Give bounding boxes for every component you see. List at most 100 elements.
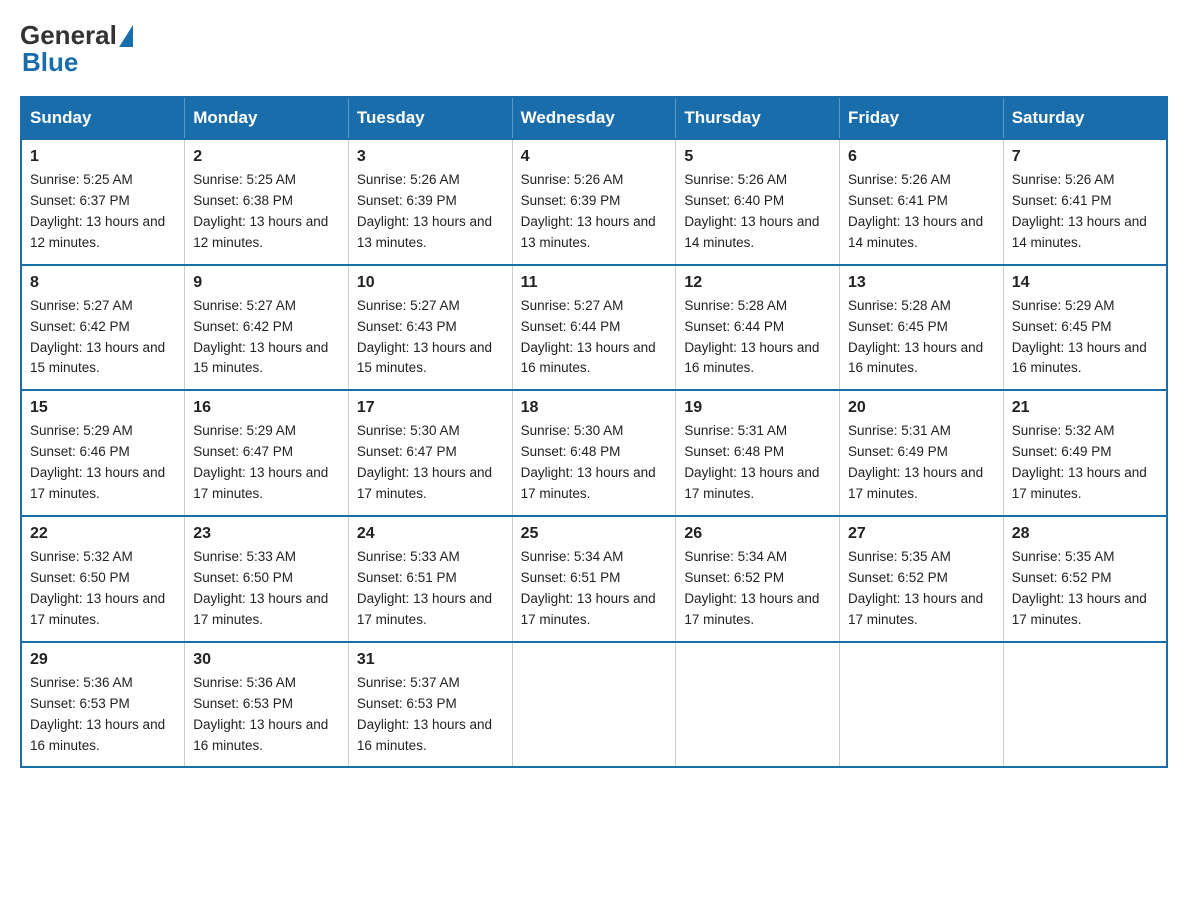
week-row-2: 8 Sunrise: 5:27 AMSunset: 6:42 PMDayligh… <box>21 265 1167 391</box>
day-number: 24 <box>357 525 504 543</box>
header: General Blue <box>20 20 1168 78</box>
day-number: 1 <box>30 148 176 166</box>
calendar-cell: 15 Sunrise: 5:29 AMSunset: 6:46 PMDaylig… <box>21 390 185 516</box>
calendar-cell: 17 Sunrise: 5:30 AMSunset: 6:47 PMDaylig… <box>348 390 512 516</box>
day-number: 28 <box>1012 525 1158 543</box>
calendar-cell: 28 Sunrise: 5:35 AMSunset: 6:52 PMDaylig… <box>1003 516 1167 642</box>
day-number: 2 <box>193 148 340 166</box>
day-info: Sunrise: 5:26 AMSunset: 6:40 PMDaylight:… <box>684 170 831 254</box>
week-row-3: 15 Sunrise: 5:29 AMSunset: 6:46 PMDaylig… <box>21 390 1167 516</box>
day-number: 22 <box>30 525 176 543</box>
day-number: 6 <box>848 148 995 166</box>
day-number: 5 <box>684 148 831 166</box>
header-day-tuesday: Tuesday <box>348 97 512 139</box>
calendar-cell: 13 Sunrise: 5:28 AMSunset: 6:45 PMDaylig… <box>840 265 1004 391</box>
day-info: Sunrise: 5:29 AMSunset: 6:47 PMDaylight:… <box>193 421 340 505</box>
day-info: Sunrise: 5:27 AMSunset: 6:44 PMDaylight:… <box>521 296 668 380</box>
day-info: Sunrise: 5:26 AMSunset: 6:41 PMDaylight:… <box>848 170 995 254</box>
calendar-cell: 16 Sunrise: 5:29 AMSunset: 6:47 PMDaylig… <box>185 390 349 516</box>
calendar-cell: 14 Sunrise: 5:29 AMSunset: 6:45 PMDaylig… <box>1003 265 1167 391</box>
calendar-cell: 21 Sunrise: 5:32 AMSunset: 6:49 PMDaylig… <box>1003 390 1167 516</box>
day-number: 18 <box>521 399 668 417</box>
day-info: Sunrise: 5:28 AMSunset: 6:44 PMDaylight:… <box>684 296 831 380</box>
day-number: 7 <box>1012 148 1158 166</box>
day-number: 19 <box>684 399 831 417</box>
day-info: Sunrise: 5:27 AMSunset: 6:42 PMDaylight:… <box>193 296 340 380</box>
calendar-cell: 8 Sunrise: 5:27 AMSunset: 6:42 PMDayligh… <box>21 265 185 391</box>
day-info: Sunrise: 5:29 AMSunset: 6:45 PMDaylight:… <box>1012 296 1158 380</box>
day-number: 29 <box>30 651 176 669</box>
calendar-cell: 12 Sunrise: 5:28 AMSunset: 6:44 PMDaylig… <box>676 265 840 391</box>
day-info: Sunrise: 5:32 AMSunset: 6:49 PMDaylight:… <box>1012 421 1158 505</box>
calendar-cell: 19 Sunrise: 5:31 AMSunset: 6:48 PMDaylig… <box>676 390 840 516</box>
calendar-cell: 18 Sunrise: 5:30 AMSunset: 6:48 PMDaylig… <box>512 390 676 516</box>
day-info: Sunrise: 5:29 AMSunset: 6:46 PMDaylight:… <box>30 421 176 505</box>
day-number: 23 <box>193 525 340 543</box>
header-day-wednesday: Wednesday <box>512 97 676 139</box>
calendar-cell <box>676 642 840 768</box>
day-number: 25 <box>521 525 668 543</box>
day-number: 3 <box>357 148 504 166</box>
day-info: Sunrise: 5:33 AMSunset: 6:50 PMDaylight:… <box>193 547 340 631</box>
calendar-cell: 24 Sunrise: 5:33 AMSunset: 6:51 PMDaylig… <box>348 516 512 642</box>
day-info: Sunrise: 5:26 AMSunset: 6:39 PMDaylight:… <box>521 170 668 254</box>
day-info: Sunrise: 5:30 AMSunset: 6:47 PMDaylight:… <box>357 421 504 505</box>
calendar-body: 1 Sunrise: 5:25 AMSunset: 6:37 PMDayligh… <box>21 139 1167 767</box>
day-number: 13 <box>848 274 995 292</box>
day-info: Sunrise: 5:25 AMSunset: 6:38 PMDaylight:… <box>193 170 340 254</box>
calendar-cell: 4 Sunrise: 5:26 AMSunset: 6:39 PMDayligh… <box>512 139 676 265</box>
day-info: Sunrise: 5:36 AMSunset: 6:53 PMDaylight:… <box>30 673 176 757</box>
day-number: 9 <box>193 274 340 292</box>
header-day-saturday: Saturday <box>1003 97 1167 139</box>
day-info: Sunrise: 5:37 AMSunset: 6:53 PMDaylight:… <box>357 673 504 757</box>
day-info: Sunrise: 5:31 AMSunset: 6:49 PMDaylight:… <box>848 421 995 505</box>
calendar-cell: 11 Sunrise: 5:27 AMSunset: 6:44 PMDaylig… <box>512 265 676 391</box>
header-day-thursday: Thursday <box>676 97 840 139</box>
day-info: Sunrise: 5:32 AMSunset: 6:50 PMDaylight:… <box>30 547 176 631</box>
calendar-cell <box>512 642 676 768</box>
day-number: 30 <box>193 651 340 669</box>
calendar-cell: 31 Sunrise: 5:37 AMSunset: 6:53 PMDaylig… <box>348 642 512 768</box>
day-number: 11 <box>521 274 668 292</box>
day-info: Sunrise: 5:31 AMSunset: 6:48 PMDaylight:… <box>684 421 831 505</box>
calendar-table: SundayMondayTuesdayWednesdayThursdayFrid… <box>20 96 1168 768</box>
calendar-cell: 5 Sunrise: 5:26 AMSunset: 6:40 PMDayligh… <box>676 139 840 265</box>
logo-triangle-icon <box>119 25 133 47</box>
day-number: 4 <box>521 148 668 166</box>
logo-blue-text: Blue <box>22 47 78 78</box>
day-number: 12 <box>684 274 831 292</box>
calendar-cell: 20 Sunrise: 5:31 AMSunset: 6:49 PMDaylig… <box>840 390 1004 516</box>
header-day-friday: Friday <box>840 97 1004 139</box>
day-number: 17 <box>357 399 504 417</box>
day-info: Sunrise: 5:26 AMSunset: 6:41 PMDaylight:… <box>1012 170 1158 254</box>
day-info: Sunrise: 5:35 AMSunset: 6:52 PMDaylight:… <box>848 547 995 631</box>
calendar-cell <box>1003 642 1167 768</box>
day-info: Sunrise: 5:34 AMSunset: 6:52 PMDaylight:… <box>684 547 831 631</box>
day-number: 15 <box>30 399 176 417</box>
calendar-cell: 6 Sunrise: 5:26 AMSunset: 6:41 PMDayligh… <box>840 139 1004 265</box>
day-info: Sunrise: 5:27 AMSunset: 6:42 PMDaylight:… <box>30 296 176 380</box>
logo: General Blue <box>20 20 135 78</box>
day-info: Sunrise: 5:28 AMSunset: 6:45 PMDaylight:… <box>848 296 995 380</box>
week-row-4: 22 Sunrise: 5:32 AMSunset: 6:50 PMDaylig… <box>21 516 1167 642</box>
calendar-cell: 9 Sunrise: 5:27 AMSunset: 6:42 PMDayligh… <box>185 265 349 391</box>
day-number: 8 <box>30 274 176 292</box>
week-row-1: 1 Sunrise: 5:25 AMSunset: 6:37 PMDayligh… <box>21 139 1167 265</box>
calendar-cell: 2 Sunrise: 5:25 AMSunset: 6:38 PMDayligh… <box>185 139 349 265</box>
day-number: 31 <box>357 651 504 669</box>
header-day-monday: Monday <box>185 97 349 139</box>
week-row-5: 29 Sunrise: 5:36 AMSunset: 6:53 PMDaylig… <box>21 642 1167 768</box>
day-info: Sunrise: 5:26 AMSunset: 6:39 PMDaylight:… <box>357 170 504 254</box>
day-info: Sunrise: 5:33 AMSunset: 6:51 PMDaylight:… <box>357 547 504 631</box>
day-info: Sunrise: 5:36 AMSunset: 6:53 PMDaylight:… <box>193 673 340 757</box>
day-info: Sunrise: 5:35 AMSunset: 6:52 PMDaylight:… <box>1012 547 1158 631</box>
calendar-cell: 3 Sunrise: 5:26 AMSunset: 6:39 PMDayligh… <box>348 139 512 265</box>
day-info: Sunrise: 5:25 AMSunset: 6:37 PMDaylight:… <box>30 170 176 254</box>
day-number: 10 <box>357 274 504 292</box>
header-row: SundayMondayTuesdayWednesdayThursdayFrid… <box>21 97 1167 139</box>
day-number: 27 <box>848 525 995 543</box>
calendar-cell: 1 Sunrise: 5:25 AMSunset: 6:37 PMDayligh… <box>21 139 185 265</box>
day-info: Sunrise: 5:30 AMSunset: 6:48 PMDaylight:… <box>521 421 668 505</box>
calendar-cell: 29 Sunrise: 5:36 AMSunset: 6:53 PMDaylig… <box>21 642 185 768</box>
day-number: 16 <box>193 399 340 417</box>
